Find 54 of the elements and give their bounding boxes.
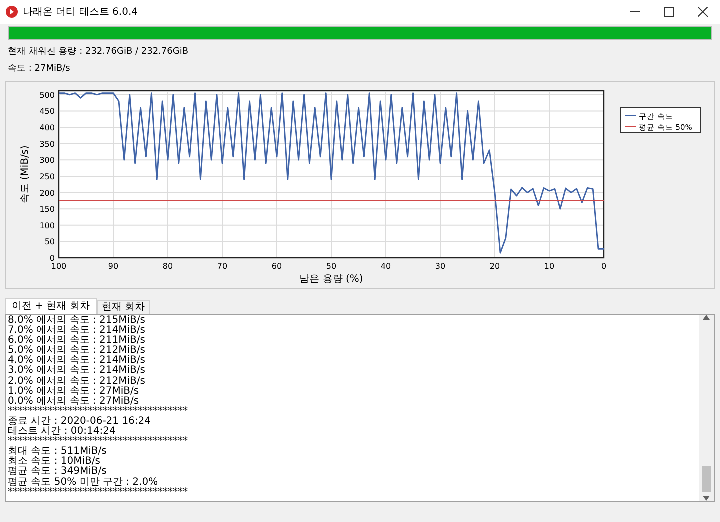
log-line: 6.0% 에서의 속도 : 211MiB/s xyxy=(8,336,146,346)
x-tick-label: 60 xyxy=(272,262,282,271)
tab[interactable]: 이전 + 현재 회차 xyxy=(5,298,97,314)
x-tick-label: 90 xyxy=(108,262,119,271)
x-tick-label: 20 xyxy=(490,262,500,271)
filled-capacity-label: 현재 채워진 용량 : 232.76GiB / 232.76GiB xyxy=(8,46,189,58)
scrollbar[interactable] xyxy=(699,315,714,501)
log-line: 0.0% 에서의 속도 : 27MiB/s xyxy=(8,396,140,407)
log-line: 평균 속도 : 349MiB/s xyxy=(8,467,107,478)
y-tick-label: 0 xyxy=(50,254,55,263)
y-tick-label: 300 xyxy=(40,156,55,166)
log-line: 종료 시간 : 2020-06-21 16:24 xyxy=(8,416,152,427)
y-tick-label: 200 xyxy=(40,188,55,198)
x-tick-label: 50 xyxy=(326,262,337,271)
x-tick-label: 100 xyxy=(51,262,67,271)
y-tick-label: 50 xyxy=(44,238,55,247)
x-tick-label: 10 xyxy=(544,262,555,271)
y-tick-label: 250 xyxy=(40,172,55,182)
log-line: 7.0% 에서의 속도 : 214MiB/s xyxy=(8,326,146,336)
y-axis-label: 속도 (MiB/s) xyxy=(20,146,31,204)
x-tick-label: 30 xyxy=(435,262,446,271)
y-tick-label: 150 xyxy=(40,205,55,214)
app-logo-icon xyxy=(6,6,18,18)
close-icon xyxy=(698,7,708,17)
log-line: ************************************ xyxy=(8,488,188,498)
log-line: 1.0% 에서의 속도 : 27MiB/s xyxy=(8,386,140,397)
log-line: 평균 속도 50% 미만 구간 : 2.0% xyxy=(8,478,158,488)
log-line: 4.0% 에서의 속도 : 214MiB/s xyxy=(8,356,146,366)
x-tick-label: 0 xyxy=(601,262,607,271)
y-tick-label: 400 xyxy=(40,124,55,133)
log-line: 3.0% 에서의 속도 : 214MiB/s xyxy=(8,366,146,376)
x-axis-label: 남은 용량 (%) xyxy=(300,274,364,285)
log-line: 5.0% 에서의 속도 : 212MiB/s xyxy=(8,346,146,356)
log-line: 최소 속도 : 10MiB/s xyxy=(8,457,100,468)
window-title: 나래온 더티 테스트 6.0.4 xyxy=(23,6,139,19)
speed-label: 속도 : 27MiB/s xyxy=(8,63,70,75)
scroll-down-icon[interactable] xyxy=(703,496,710,501)
maximize-icon xyxy=(664,7,674,17)
log-line: 2.0% 에서의 속도 : 212MiB/s xyxy=(8,376,146,387)
log-line: 8.0% 에서의 속도 : 215MiB/s xyxy=(8,316,146,326)
log-line: 최대 속도 : 511MiB/s xyxy=(8,447,107,458)
x-tick-label: 40 xyxy=(380,262,392,271)
log-line: 테스트 시간 : 00:14:24 xyxy=(8,427,116,438)
y-tick-label: 450 xyxy=(40,107,55,116)
y-tick-label: 350 xyxy=(40,140,55,149)
log-line: ************************************ xyxy=(8,437,188,448)
x-tick-label: 80 xyxy=(162,262,174,271)
scroll-up-icon[interactable] xyxy=(703,315,710,320)
x-tick-label: 70 xyxy=(217,262,228,271)
y-tick-label: 100 xyxy=(40,221,55,230)
y-tick-label: 500 xyxy=(40,90,55,100)
log-line: ************************************ xyxy=(8,406,188,417)
scroll-thumb[interactable] xyxy=(702,466,711,492)
tab[interactable]: 현재 회차 xyxy=(96,300,150,314)
